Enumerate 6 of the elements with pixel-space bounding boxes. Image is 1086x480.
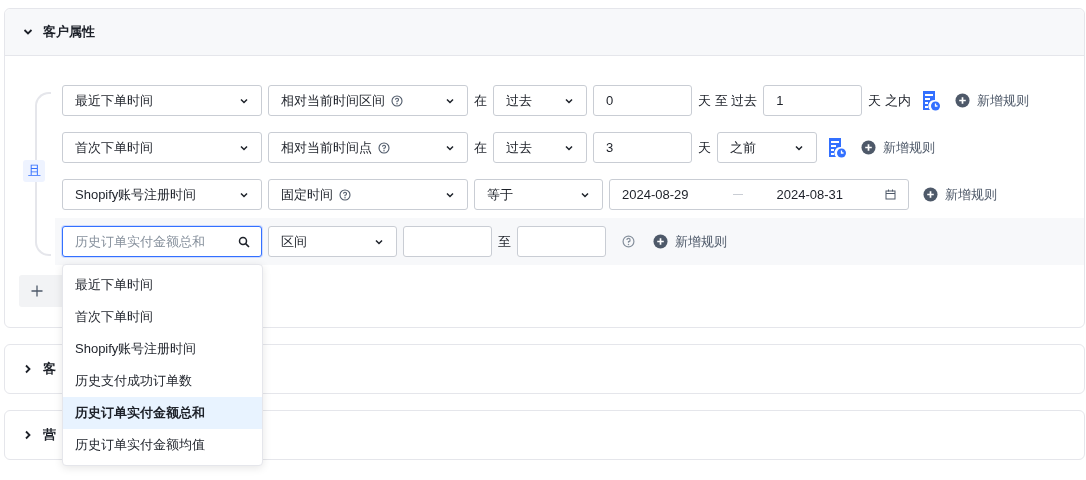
label-text: 至 <box>498 232 511 251</box>
label-text: 天 至 过去 <box>698 91 758 110</box>
label-text: 天 <box>698 138 711 157</box>
label-text: 在 <box>474 138 487 157</box>
label-text: 天 之内 <box>868 91 911 110</box>
label-text: 在 <box>474 91 487 110</box>
